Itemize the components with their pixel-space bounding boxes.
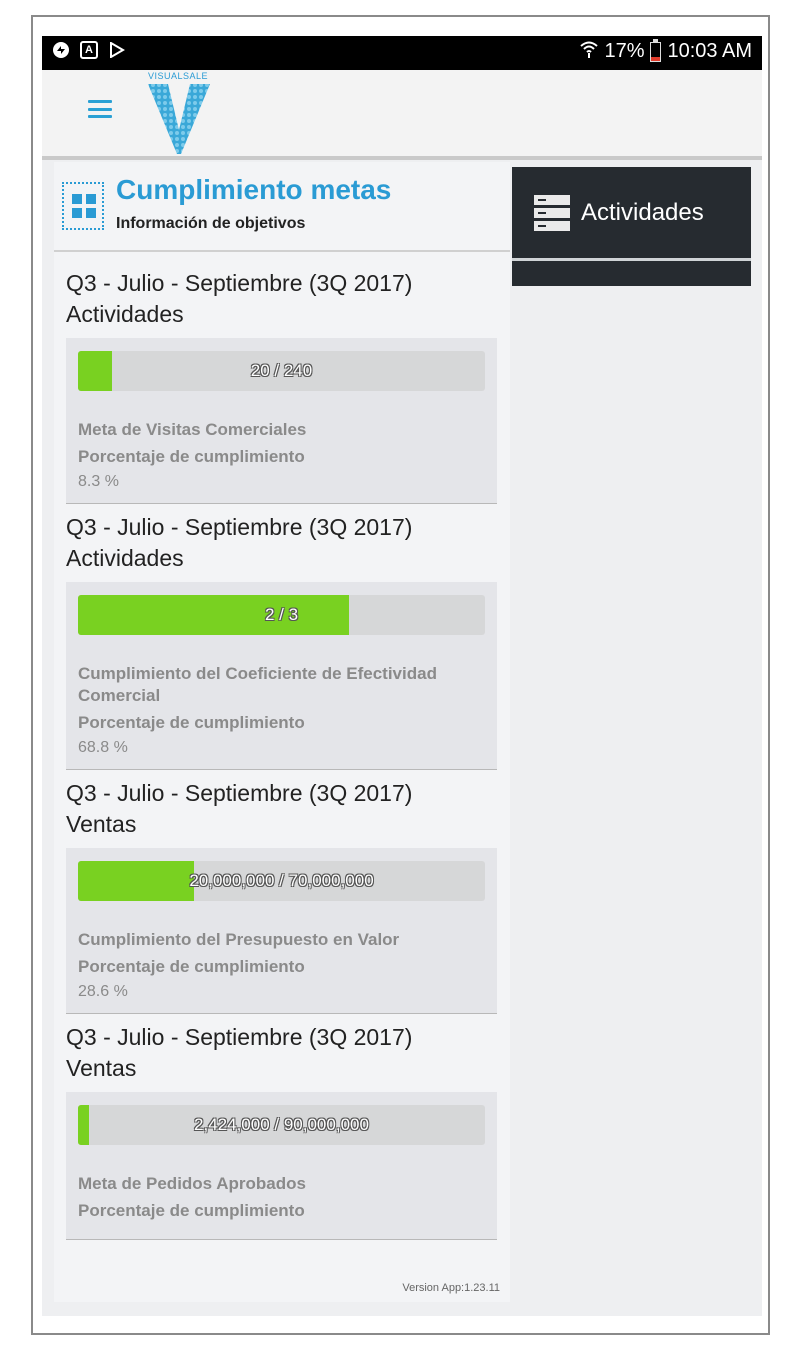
progress-text: 20,000,000 / 70,000,000 bbox=[189, 871, 374, 890]
progress-bar: 2,424,000 / 90,000,000 bbox=[78, 1105, 485, 1145]
goal-card: 2 / 3 Cumplimiento del Coeficiente de Ef… bbox=[66, 582, 497, 770]
goals-panel: Cumplimiento metas Información de objeti… bbox=[54, 162, 510, 1302]
status-bar-left: A bbox=[52, 41, 126, 59]
status-bar: A 17% 10:03 AM bbox=[42, 36, 762, 70]
hamburger-menu-button[interactable] bbox=[88, 100, 112, 118]
goal-percent-value: 8.3 % bbox=[78, 473, 119, 490]
page-subtitle: Información de objetivos bbox=[116, 215, 306, 232]
goal-card: 20,000,000 / 70,000,000 Cumplimiento del… bbox=[66, 848, 497, 1014]
goal-item[interactable]: Q3 - Julio - Septiembre (3Q 2017) Activi… bbox=[54, 504, 510, 770]
status-bar-right: 17% 10:03 AM bbox=[580, 38, 752, 63]
goal-category: Actividades bbox=[66, 301, 184, 327]
goals-list: Q3 - Julio - Septiembre (3Q 2017) Activi… bbox=[54, 252, 510, 1275]
side-menu-item-actividades[interactable]: Actividades bbox=[512, 167, 751, 261]
goal-heading: Q3 - Julio - Septiembre (3Q 2017) Ventas bbox=[54, 770, 510, 848]
goal-heading: Q3 - Julio - Septiembre (3Q 2017) Activi… bbox=[54, 504, 510, 582]
goal-period: Q3 - Julio - Septiembre (3Q 2017) bbox=[66, 1024, 413, 1050]
goal-category: Actividades bbox=[66, 545, 184, 571]
device-screen: A 17% 10:03 AM VISUALSALE Cumplimiento m… bbox=[42, 36, 762, 1316]
progress-text: 2,424,000 / 90,000,000 bbox=[194, 1115, 369, 1134]
app-bar: VISUALSALE bbox=[42, 70, 762, 160]
server-list-icon bbox=[534, 195, 570, 231]
wifi-icon bbox=[580, 40, 599, 63]
goal-period: Q3 - Julio - Septiembre (3Q 2017) bbox=[66, 270, 413, 296]
play-store-icon bbox=[108, 41, 126, 59]
font-a-icon: A bbox=[80, 41, 98, 59]
goal-card: 2,424,000 / 90,000,000 Meta de Pedidos A… bbox=[66, 1092, 497, 1240]
progress-bar: 20 / 240 bbox=[78, 351, 485, 391]
goal-name: Cumplimiento del Coeficiente de Efectivi… bbox=[78, 664, 437, 705]
progress-bar: 2 / 3 bbox=[78, 595, 485, 635]
side-menu: Actividades bbox=[512, 167, 751, 286]
goal-card: 20 / 240 Meta de Visitas Comerciales Por… bbox=[66, 338, 497, 504]
goal-percent-label: Porcentaje de cumplimiento bbox=[78, 713, 305, 732]
goal-period: Q3 - Julio - Septiembre (3Q 2017) bbox=[66, 780, 413, 806]
progress-bar: 20,000,000 / 70,000,000 bbox=[78, 861, 485, 901]
goal-item[interactable]: Q3 - Julio - Septiembre (3Q 2017) Ventas… bbox=[54, 1014, 510, 1240]
visualsale-logo bbox=[148, 84, 210, 154]
goal-heading: Q3 - Julio - Septiembre (3Q 2017) Activi… bbox=[54, 252, 510, 338]
battery-percent: 17% bbox=[604, 40, 645, 62]
page-title: Cumplimiento metas bbox=[116, 174, 392, 205]
panel-header: Cumplimiento metas Información de objeti… bbox=[54, 162, 510, 252]
goal-percent-label: Porcentaje de cumplimiento bbox=[78, 957, 305, 976]
sync-icon bbox=[52, 41, 70, 59]
goal-percent-label: Porcentaje de cumplimiento bbox=[78, 1201, 305, 1220]
side-menu-item-label: Actividades bbox=[581, 199, 704, 226]
goal-category: Ventas bbox=[66, 1055, 137, 1081]
goal-percent-label: Porcentaje de cumplimiento bbox=[78, 447, 305, 466]
goal-percent-value: 68.8 % bbox=[78, 739, 128, 756]
battery-icon bbox=[650, 38, 662, 62]
goal-category: Ventas bbox=[66, 811, 137, 837]
goal-item[interactable]: Q3 - Julio - Septiembre (3Q 2017) Ventas… bbox=[54, 770, 510, 1014]
goal-heading: Q3 - Julio - Septiembre (3Q 2017) Ventas bbox=[54, 1014, 510, 1092]
goal-name: Cumplimiento del Presupuesto en Valor bbox=[78, 930, 400, 949]
goal-period: Q3 - Julio - Septiembre (3Q 2017) bbox=[66, 514, 413, 540]
goal-item[interactable]: Q3 - Julio - Septiembre (3Q 2017) Activi… bbox=[54, 252, 510, 504]
dashboard-grid-icon bbox=[62, 182, 104, 230]
goal-name: Meta de Pedidos Aprobados bbox=[78, 1174, 306, 1193]
clock: 10:03 AM bbox=[667, 40, 752, 62]
progress-text: 20 / 240 bbox=[250, 361, 313, 380]
goal-name: Meta de Visitas Comerciales bbox=[78, 420, 307, 439]
goal-percent-value: 28.6 % bbox=[78, 983, 128, 1000]
app-version: Version App:1.23.11 bbox=[402, 1282, 500, 1294]
progress-text: 2 / 3 bbox=[264, 605, 299, 624]
